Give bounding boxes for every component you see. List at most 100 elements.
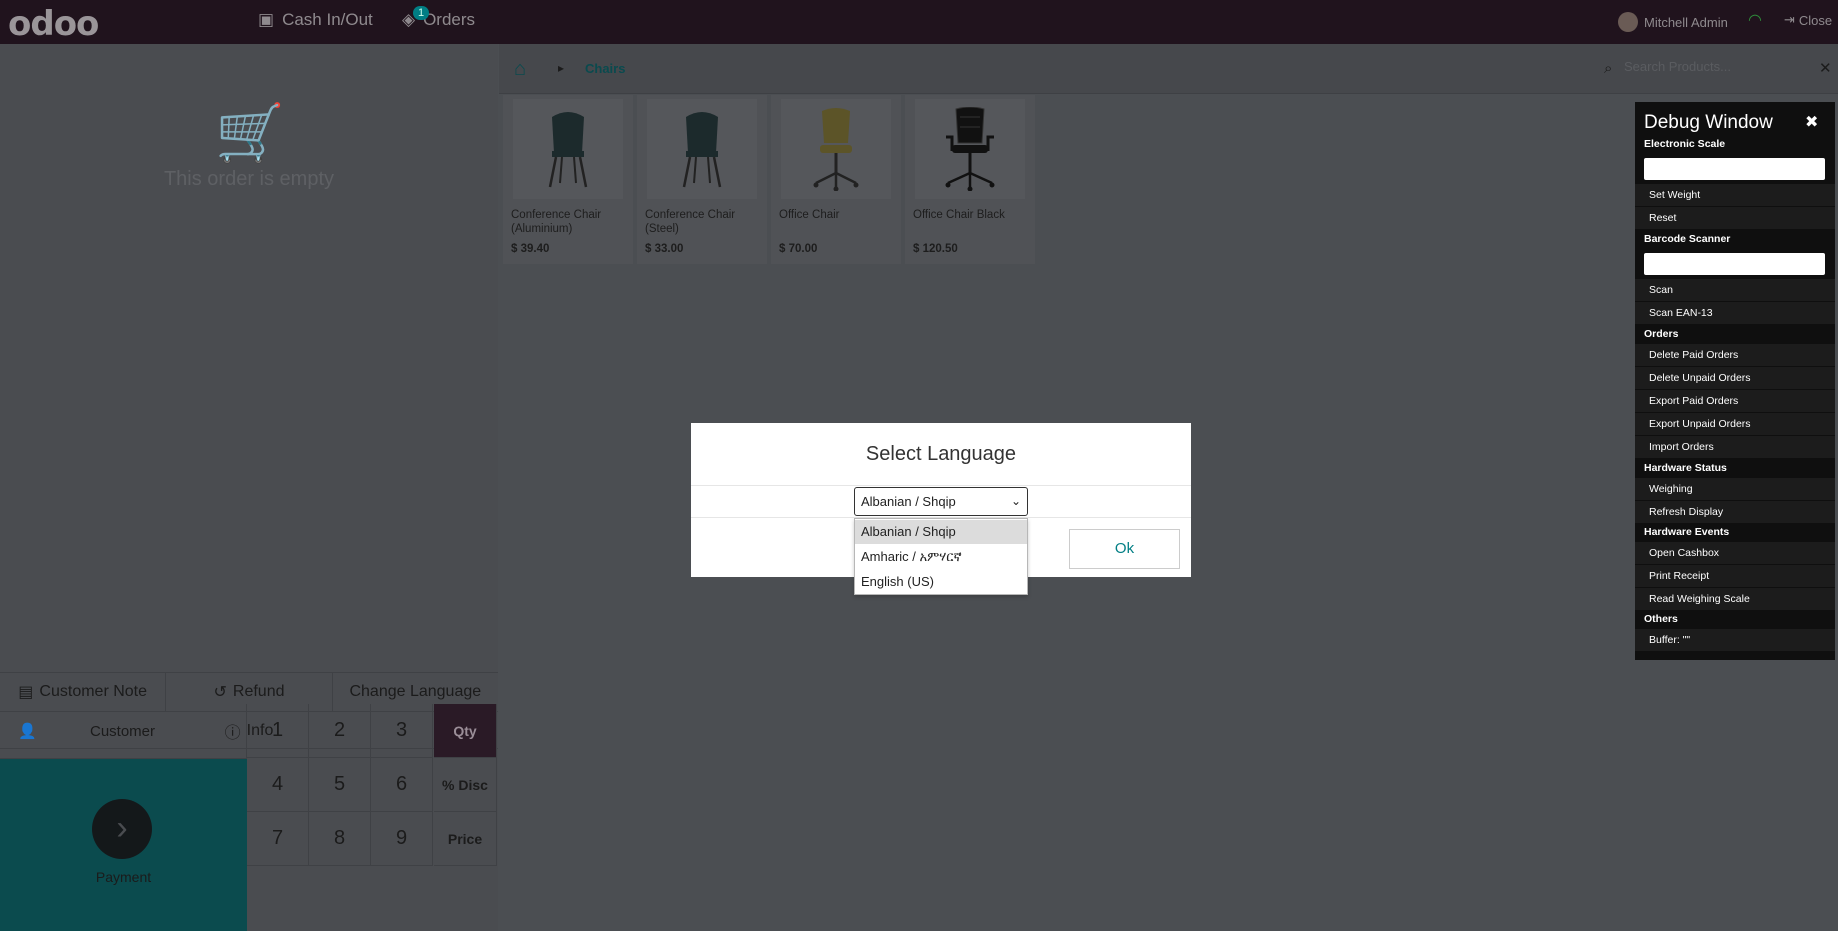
- numpad-key-6[interactable]: 6: [371, 758, 433, 812]
- language-select[interactable]: Albanian / Shqip ⌄: [854, 487, 1028, 516]
- refresh-display-button[interactable]: Refresh Display: [1635, 501, 1835, 523]
- product-name: Office Chair Black: [913, 209, 1005, 221]
- change-language-label: Change Language: [349, 683, 482, 700]
- odoo-logo: odoo: [8, 4, 99, 44]
- section-hardware-status: Hardware Status: [1644, 462, 1727, 474]
- payment-label: Payment: [95, 869, 152, 885]
- cash-icon: ▣: [258, 10, 275, 29]
- reset-button[interactable]: Reset: [1635, 207, 1835, 229]
- chair-icon: [548, 112, 588, 188]
- shopping-cart-icon: 🛒: [215, 101, 285, 164]
- delete-paid-orders-button[interactable]: Delete Paid Orders: [1635, 344, 1835, 366]
- weight-input[interactable]: [1644, 158, 1825, 180]
- close-icon[interactable]: ✖: [1805, 112, 1818, 132]
- section-orders: Orders: [1644, 328, 1679, 340]
- numpad-key-1[interactable]: 1: [247, 704, 309, 758]
- open-cashbox-button[interactable]: Open Cashbox: [1635, 542, 1835, 564]
- mode-price-button[interactable]: Price: [434, 812, 497, 866]
- top-bar: odoo ▣ Cash In/Out ◈ Orders 1 Mitchell A…: [0, 0, 1838, 44]
- chevron-down-icon: ⌄: [1010, 494, 1021, 508]
- debug-title: Debug Window: [1644, 112, 1773, 133]
- product-name: Conference Chair (Steel): [645, 209, 736, 235]
- note-icon: ▤: [18, 684, 34, 701]
- buffer-display: Buffer: "": [1635, 629, 1835, 651]
- product-image: [915, 99, 1025, 199]
- numpad-key-2[interactable]: 2: [309, 704, 371, 758]
- section-hardware-events: Hardware Events: [1644, 526, 1730, 538]
- user-menu[interactable]: Mitchell Admin: [1618, 12, 1728, 32]
- payment-button[interactable]: › Payment: [0, 759, 247, 931]
- avatar: [1618, 12, 1638, 32]
- product-image: [647, 99, 757, 199]
- product-image: [781, 99, 891, 199]
- product-card[interactable]: Conference Chair (Steel) $ 33.00: [637, 95, 767, 264]
- section-barcode-scanner: Barcode Scanner: [1644, 233, 1731, 245]
- ok-button[interactable]: Ok: [1069, 529, 1180, 569]
- empty-order-text: This order is empty: [163, 168, 335, 190]
- user-name: Mitchell Admin: [1644, 14, 1728, 30]
- numpad: 1 2 3 Qty 4 5 6 % Disc 7 8 9 Price: [247, 704, 498, 931]
- product-card[interactable]: Office Chair $ 70.00: [771, 95, 901, 264]
- export-unpaid-orders-button[interactable]: Export Unpaid Orders: [1635, 413, 1835, 435]
- mode-discount-button[interactable]: % Disc: [434, 758, 497, 812]
- wifi-icon: ◠: [1748, 12, 1762, 29]
- numpad-key-9[interactable]: 9: [371, 812, 433, 866]
- language-option-english[interactable]: English (US): [855, 570, 1027, 594]
- numpad-key-7[interactable]: 7: [247, 812, 309, 866]
- scan-ean13-button[interactable]: Scan EAN-13: [1635, 302, 1835, 324]
- numpad-key-5[interactable]: 5: [309, 758, 371, 812]
- chevron-right-icon: ▸: [558, 61, 565, 75]
- close-icon[interactable]: ✕: [1819, 59, 1832, 77]
- chair-icon: [682, 112, 722, 188]
- close-label: Close: [1798, 12, 1833, 28]
- numpad-key-8[interactable]: 8: [309, 812, 371, 866]
- sign-out-icon: ⇥: [1784, 12, 1795, 27]
- dialog-title: Select Language: [691, 423, 1191, 486]
- weighing-button[interactable]: Weighing: [1635, 478, 1835, 500]
- barcode-input[interactable]: [1644, 253, 1825, 275]
- numpad-key-4[interactable]: 4: [247, 758, 309, 812]
- language-option-albanian[interactable]: Albanian / Shqip: [855, 520, 1027, 544]
- office-chair-icon: [813, 108, 859, 191]
- section-others: Others: [1644, 613, 1678, 625]
- set-weight-button[interactable]: Set Weight: [1635, 184, 1835, 206]
- numpad-key-3[interactable]: 3: [371, 704, 433, 758]
- product-name: Office Chair: [779, 209, 840, 221]
- section-electronic-scale: Electronic Scale: [1644, 138, 1726, 150]
- language-option-amharic[interactable]: Amharic / አምሃርኛ: [855, 545, 1027, 569]
- delete-unpaid-orders-button[interactable]: Delete Unpaid Orders: [1635, 367, 1835, 389]
- language-dropdown: Albanian / Shqip Amharic / አምሃርኛ English…: [854, 518, 1028, 595]
- product-image: [513, 99, 623, 199]
- undo-icon: ↺: [213, 684, 227, 701]
- product-card[interactable]: Office Chair Black $ 120.50: [905, 95, 1035, 264]
- refund-label: Refund: [232, 683, 285, 700]
- office-chair-icon: [945, 107, 995, 191]
- close-button[interactable]: ⇥ Close: [1784, 12, 1832, 28]
- debug-window: Debug Window ✖ Electronic Scale Set Weig…: [1635, 102, 1835, 660]
- search-icon: ⌕: [1604, 60, 1613, 77]
- home-icon[interactable]: ⌂: [514, 58, 526, 81]
- order-pane: 🛒 This order is empty ▤ Customer Note ↺ …: [0, 44, 498, 931]
- customer-note-label: Customer Note: [39, 683, 148, 700]
- orders-label: Orders: [423, 10, 476, 29]
- product-price: $ 39.40: [511, 243, 550, 255]
- read-weighing-scale-button[interactable]: Read Weighing Scale: [1635, 588, 1835, 610]
- product-price: $ 120.50: [913, 243, 958, 255]
- export-paid-orders-button[interactable]: Export Paid Orders: [1635, 390, 1835, 412]
- breadcrumb-category[interactable]: Chairs: [585, 61, 625, 76]
- customer-button[interactable]: 👤 Customer: [0, 704, 247, 759]
- orders-count-badge: 1: [413, 6, 429, 20]
- search-input[interactable]: [1622, 58, 1822, 75]
- cash-in-out-button[interactable]: ▣ Cash In/Out: [258, 10, 373, 30]
- scan-button[interactable]: Scan: [1635, 279, 1835, 301]
- chevron-right-icon: ›: [92, 799, 152, 859]
- mode-qty-button[interactable]: Qty: [434, 704, 497, 758]
- import-orders-button[interactable]: Import Orders: [1635, 436, 1835, 458]
- product-card[interactable]: Conference Chair (Aluminium) $ 39.40: [503, 95, 633, 264]
- cash-in-out-label: Cash In/Out: [282, 10, 373, 29]
- print-receipt-button[interactable]: Print Receipt: [1635, 565, 1835, 587]
- customer-label: Customer: [90, 722, 156, 740]
- dialog-body: Albanian / Shqip ⌄: [691, 486, 1191, 518]
- product-price: $ 70.00: [779, 243, 818, 255]
- user-icon: 👤: [18, 723, 37, 740]
